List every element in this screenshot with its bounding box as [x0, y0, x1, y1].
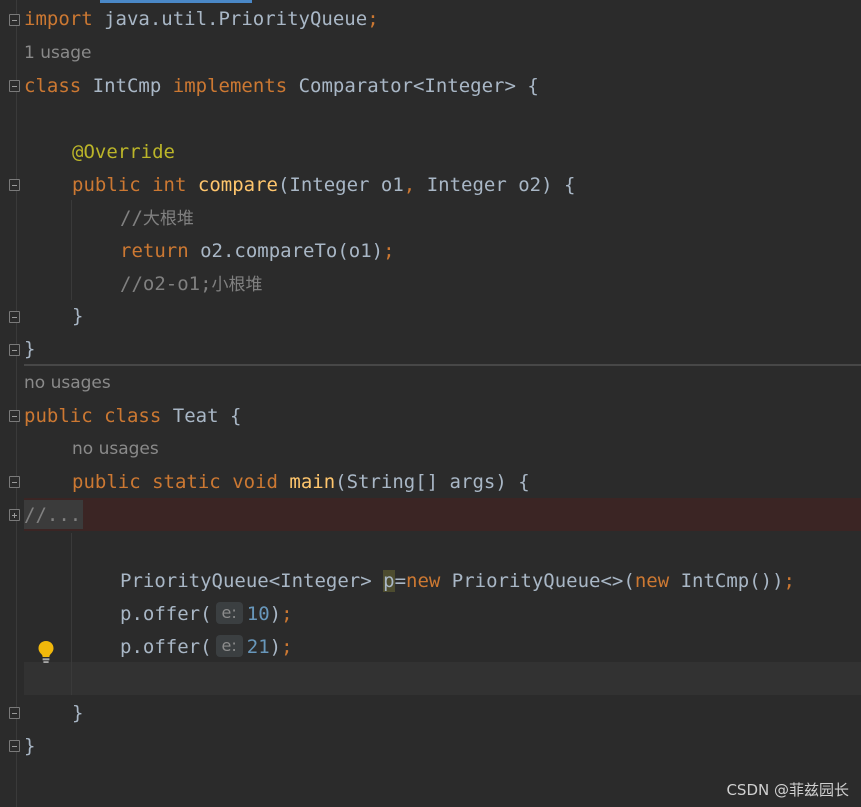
semicolon: ;	[281, 636, 293, 658]
return-expression: o2.compareTo(o1)	[200, 240, 384, 262]
comment-text: 大根堆	[142, 209, 194, 229]
code-line-close-brace[interactable]: }	[24, 333, 35, 366]
usage-hint[interactable]: 1 usage	[24, 37, 92, 70]
watermark: CSDN @菲兹园长	[726, 781, 849, 799]
keyword: class	[104, 405, 162, 427]
code-editor[interactable]: import java.util.PriorityQueue; 1 usage …	[0, 0, 861, 807]
variable-highlight: p	[383, 570, 395, 592]
annotation: @Override	[72, 141, 175, 163]
constructor: IntCmp())	[669, 570, 784, 592]
usage-hint[interactable]: no usages	[72, 433, 159, 466]
parameter-hint: e:	[215, 602, 243, 624]
constructor: PriorityQueue<>(	[440, 570, 635, 592]
paren: )	[269, 636, 282, 658]
fold-icon[interactable]	[9, 311, 20, 323]
current-line-highlight	[24, 662, 861, 695]
unfold-icon[interactable]	[9, 509, 20, 521]
method-call: p.offer(	[120, 603, 212, 625]
comment-text: 小根堆	[211, 275, 263, 295]
type: PriorityQueue<Integer>	[120, 570, 384, 592]
code-line-return[interactable]: return o2.compareTo(o1);	[120, 235, 395, 268]
code-line-class-intcmp[interactable]: class IntCmp implements Comparator<Integ…	[24, 70, 539, 103]
editor-gutter[interactable]	[0, 0, 24, 807]
number-literal: 10	[246, 603, 270, 625]
code-line-compare-signature[interactable]: public int compare(Integer o1, Integer o…	[72, 169, 575, 202]
code-line-offer-2[interactable]: p.offer(e: 21);	[120, 631, 293, 664]
fold-icon[interactable]	[9, 344, 20, 356]
keyword: static	[152, 471, 221, 493]
code-line-main-signature[interactable]: public static void main(String[] args) {	[72, 466, 530, 499]
lightbulb-icon[interactable]	[37, 640, 55, 664]
parameter-hint: e:	[215, 635, 243, 657]
fold-icon[interactable]	[9, 14, 20, 26]
keyword: return	[120, 240, 189, 262]
params: Integer o2) {	[415, 174, 576, 196]
brace: }	[72, 305, 84, 327]
usage-hint[interactable]: no usages	[24, 367, 111, 400]
keyword: new	[634, 570, 670, 592]
method-call: p.offer(	[120, 636, 212, 658]
code-line-comment-smallheap[interactable]: //o2-o1;小根堆	[120, 268, 263, 301]
keyword: public	[72, 174, 141, 196]
code-line-comment-bigheap[interactable]: //大根堆	[120, 202, 194, 235]
code-line-close-brace[interactable]: }	[24, 730, 35, 763]
keyword: new	[406, 570, 441, 592]
code-line-folded[interactable]: //...	[24, 499, 81, 532]
folded-region-highlight	[24, 498, 861, 531]
fold-icon[interactable]	[9, 80, 20, 92]
equals: =	[394, 570, 407, 592]
fold-icon[interactable]	[9, 410, 20, 422]
fold-icon[interactable]	[9, 707, 20, 719]
indent-guide	[71, 200, 72, 300]
class-separator	[24, 364, 861, 366]
comment: //o2-o1;	[120, 273, 212, 295]
class-name: Teat {	[172, 405, 242, 427]
comma: ,	[403, 174, 416, 196]
code-line-offer-1[interactable]: p.offer(e: 10);	[120, 598, 293, 631]
fold-icon[interactable]	[9, 179, 20, 191]
indent-guide	[71, 533, 72, 695]
keyword: public	[72, 471, 141, 493]
semicolon: ;	[281, 603, 293, 625]
keyword: void	[232, 471, 278, 493]
method-name: compare	[197, 174, 278, 196]
keyword: implements	[172, 75, 288, 97]
brace: }	[72, 702, 84, 724]
keyword: public	[24, 405, 93, 427]
semicolon: ;	[783, 570, 795, 592]
params: (String[] args) {	[335, 471, 530, 493]
code-line-close-brace[interactable]: }	[72, 697, 83, 730]
semicolon: ;	[367, 8, 379, 30]
class-name: IntCmp	[92, 75, 162, 97]
code-line-class-teat[interactable]: public class Teat {	[24, 400, 241, 433]
method-name: main	[289, 471, 336, 493]
params: (Integer o1	[277, 174, 404, 196]
paren: )	[269, 603, 282, 625]
fold-icon[interactable]	[9, 476, 20, 488]
import-path: java.util.PriorityQueue	[104, 8, 368, 30]
gutter-border	[16, 0, 17, 807]
interface-type: Comparator<Integer> {	[298, 75, 539, 97]
keyword: class	[24, 75, 82, 97]
keyword: int	[152, 174, 187, 196]
brace: }	[24, 338, 36, 360]
keyword: import	[24, 8, 93, 30]
code-line-import[interactable]: import java.util.PriorityQueue;	[24, 3, 379, 36]
semicolon: ;	[383, 240, 395, 262]
code-line-pq-declaration[interactable]: PriorityQueue<Integer> p=new PriorityQue…	[120, 565, 795, 598]
folded-placeholder[interactable]: //...	[24, 504, 81, 526]
number-literal: 21	[246, 636, 270, 658]
fold-icon[interactable]	[9, 740, 20, 752]
brace: }	[24, 735, 36, 757]
code-line-close-brace[interactable]: }	[72, 300, 83, 333]
code-line-override[interactable]: @Override	[72, 136, 175, 169]
comment: //	[120, 207, 143, 229]
